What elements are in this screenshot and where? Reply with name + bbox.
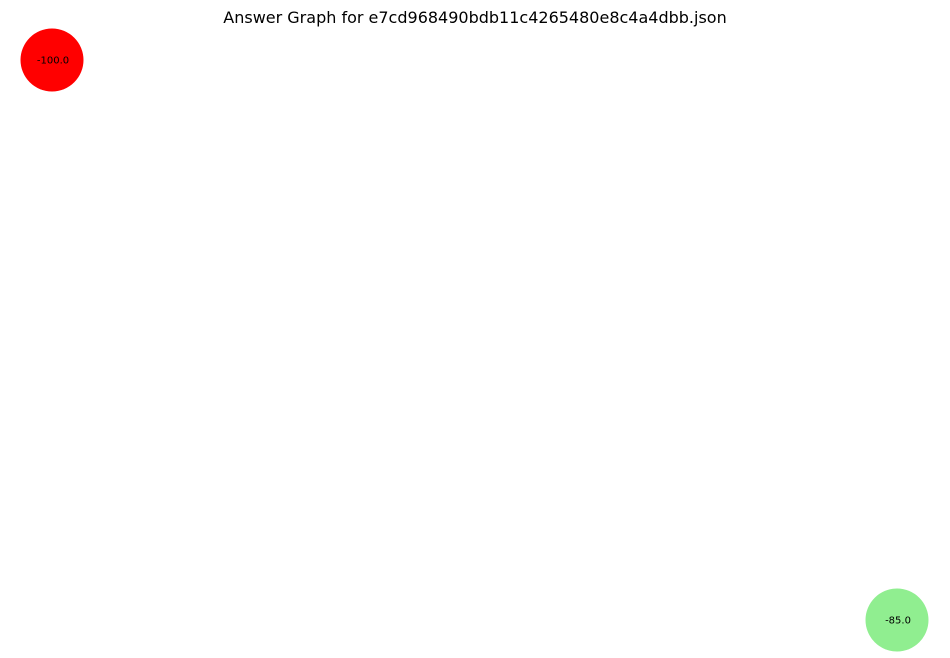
- node-label: -100.0: [37, 56, 69, 67]
- graph-figure: Answer Graph for e7cd968490bdb11c4265480…: [0, 0, 950, 658]
- node-label: -85.0: [885, 616, 911, 627]
- graph-node-low: -85.0: [865, 588, 929, 652]
- graph-canvas: -100.0 -85.0: [20, 28, 929, 652]
- graph-node-high: -100.0: [20, 28, 84, 92]
